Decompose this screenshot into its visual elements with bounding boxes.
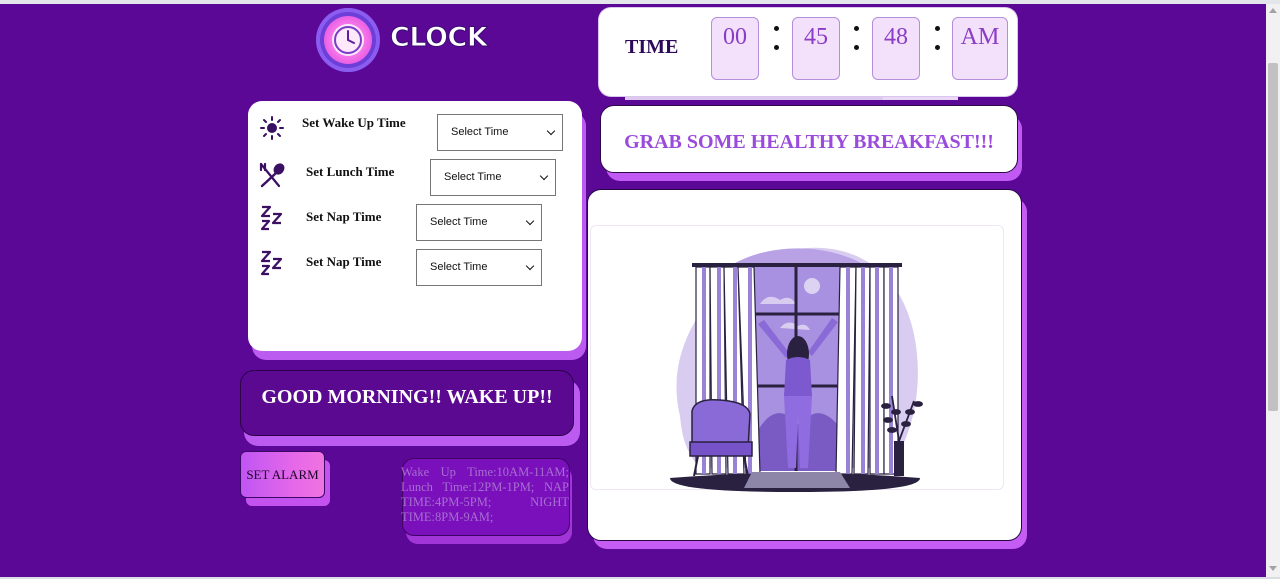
- clock-logo-icon: [316, 8, 380, 72]
- select-value: Select Time: [451, 126, 509, 138]
- scroll-up-arrow-icon[interactable]: [1269, 8, 1277, 13]
- select-value: Select Time: [430, 216, 488, 228]
- sleep-zzz-icon: [260, 205, 283, 231]
- lunch-time-select[interactable]: Select Time: [430, 159, 556, 196]
- chevron-down-icon: [525, 216, 535, 226]
- utensils-icon: [259, 162, 285, 188]
- chevron-down-icon: [546, 126, 556, 136]
- time-label: TIME: [625, 36, 679, 58]
- wake-up-time-label: Set Wake Up Time: [302, 115, 406, 130]
- nap-time-select[interactable]: Select Time: [416, 204, 542, 241]
- sun-icon: [260, 116, 284, 140]
- time-separator: [771, 26, 781, 64]
- minutes-display: 45: [792, 17, 840, 80]
- wake-up-time-select[interactable]: Select Time: [437, 114, 563, 151]
- woman-opening-curtains-illustration: [670, 247, 923, 492]
- period-display: AM: [952, 17, 1008, 80]
- page-scrollbar[interactable]: [1266, 4, 1280, 577]
- banner-message: GRAB SOME HEALTHY BREAKFAST!!!: [624, 131, 994, 153]
- scrollbar-thumb[interactable]: [1268, 63, 1278, 411]
- sleep-zzz-icon: [260, 250, 283, 276]
- set-alarm-button[interactable]: SET ALARM: [240, 451, 325, 498]
- logo-wordmark: CLOCK: [389, 22, 488, 54]
- scroll-down-arrow-icon[interactable]: [1269, 566, 1277, 571]
- nap-time-label: Set Nap Time: [306, 209, 382, 224]
- chevron-down-icon: [525, 261, 535, 271]
- nap-time-select-2[interactable]: Select Time: [416, 249, 542, 286]
- time-separator: [851, 26, 861, 64]
- greeting-message: GOOD MORNING!! WAKE UP!!: [261, 386, 553, 408]
- seconds-display: 48: [872, 17, 920, 80]
- chevron-down-icon: [539, 171, 549, 181]
- time-separator: [932, 26, 942, 64]
- schedule-note-text: Wake Up Time:10AM-11AM; Lunch Time:12PM-…: [401, 465, 569, 524]
- select-value: Select Time: [444, 171, 502, 183]
- lunch-time-label: Set Lunch Time: [306, 164, 395, 179]
- select-value: Select Time: [430, 261, 488, 273]
- nap-time-label-2: Set Nap Time: [306, 254, 382, 269]
- hours-display: 00: [711, 17, 759, 80]
